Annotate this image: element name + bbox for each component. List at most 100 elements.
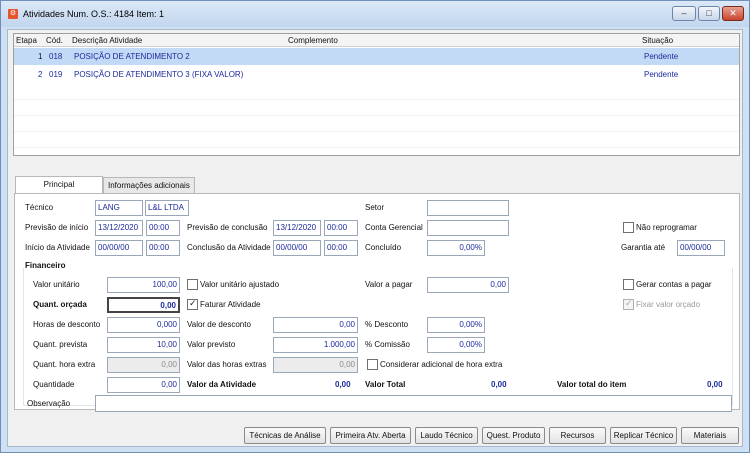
valor-total-label: Valor Total — [365, 380, 406, 389]
cell-cod: 019 — [49, 70, 63, 79]
pct-desconto-label: % Desconto — [365, 320, 409, 329]
previsao-conclusao-date[interactable]: 13/12/2020 — [273, 220, 321, 236]
col-header-complemento[interactable]: Complemento — [288, 36, 338, 45]
fixar-valor-label: Fixar valor orçado — [636, 300, 701, 309]
valor-horas-extras-label: Valor das horas extras — [187, 360, 267, 369]
previsao-inicio-label: Previsão de início — [25, 223, 89, 232]
observacao-label: Observação — [27, 399, 71, 408]
grid-header: Etapa Cód. Descrição Atividade Complemen… — [14, 34, 739, 47]
empty-row — [14, 116, 739, 132]
fixar-valor-checkbox[interactable] — [623, 298, 634, 310]
nao-reprogramar-label: Não reprogramar — [636, 223, 697, 232]
activities-grid[interactable]: Etapa Cód. Descrição Atividade Complemen… — [13, 33, 740, 156]
gerar-contas-checkbox[interactable] — [623, 279, 634, 290]
quantidade-label: Quantidade — [33, 380, 75, 389]
replicar-tecnico-button[interactable]: Replicar Técnico — [610, 427, 677, 444]
empty-row — [14, 100, 739, 116]
valor-a-pagar-label: Valor a pagar — [365, 280, 413, 289]
close-button[interactable]: ✕ — [722, 6, 744, 21]
activities-window: ⚙ Atividades Num. O.S.: 4184 Item: 1 – □… — [0, 0, 750, 453]
laudo-tecnico-button[interactable]: Laudo Técnico — [415, 427, 478, 444]
nao-reprogramar-checkbox[interactable] — [623, 222, 634, 233]
conclusao-atividade-date[interactable]: 00/00/00 — [273, 240, 321, 256]
concluido-input[interactable]: 0,00% — [427, 240, 485, 256]
title-bar: ⚙ Atividades Num. O.S.: 4184 Item: 1 – □… — [1, 1, 749, 27]
cell-descricao: POSIÇÃO DE ATENDIMENTO 3 (FIXA VALOR) — [74, 70, 244, 79]
conclusao-atividade-time[interactable]: 00:00 — [324, 240, 358, 256]
pct-comissao-label: % Comissão — [365, 340, 410, 349]
garantia-date[interactable]: 00/00/00 — [677, 240, 725, 256]
empty-row — [14, 132, 739, 148]
window-client-area: Etapa Cód. Descrição Atividade Complemen… — [7, 29, 743, 447]
valor-unitario-input[interactable]: 100,00 — [107, 277, 180, 293]
col-header-situacao[interactable]: Situação — [642, 36, 673, 45]
tab-informacoes-adicionais[interactable]: Informações adicionais — [103, 177, 195, 193]
gerar-contas-label: Gerar contas a pagar — [636, 280, 712, 289]
valor-total-value: 0,00 — [491, 380, 507, 389]
valor-unitario-ajustado-label: Valor unitário ajustado — [200, 280, 280, 289]
horas-desconto-input[interactable]: 0,000 — [107, 317, 180, 333]
primeira-atv-aberta-button[interactable]: Primeira Atv. Aberta — [330, 427, 411, 444]
tab-principal[interactable]: Principal — [15, 176, 103, 193]
faturar-atividade-checkbox[interactable] — [187, 298, 198, 310]
inicio-atividade-date[interactable]: 00/00/00 — [95, 240, 143, 256]
setor-input[interactable] — [427, 200, 509, 216]
faturar-atividade-label: Faturar Atividade — [200, 300, 261, 309]
quantidade-input[interactable]: 0,00 — [107, 377, 180, 393]
previsao-conclusao-time[interactable]: 00:00 — [324, 220, 358, 236]
conta-gerencial-label: Conta Gerencial — [365, 223, 423, 232]
valor-previsto-label: Valor previsto — [187, 340, 236, 349]
recursos-button[interactable]: Recursos — [549, 427, 606, 444]
quest-produto-button[interactable]: Quest. Produto — [482, 427, 545, 444]
materiais-button[interactable]: Materiais — [681, 427, 739, 444]
conclusao-atividade-label: Conclusão da Atividade — [187, 243, 271, 252]
tecnico-code-input[interactable]: LANG — [95, 200, 143, 216]
col-header-etapa[interactable]: Etapa — [16, 36, 37, 45]
considerar-adicional-label: Considerar adicional de hora extra — [380, 360, 503, 369]
col-header-descricao[interactable]: Descrição Atividade — [72, 36, 142, 45]
minimize-button[interactable]: – — [672, 6, 696, 21]
observacao-input[interactable] — [95, 395, 732, 412]
cell-etapa: 1 — [38, 52, 43, 61]
quant-prevista-input[interactable]: 10,00 — [107, 337, 180, 353]
previsao-conclusao-label: Previsão de conclusão — [187, 223, 268, 232]
tecnico-name-input[interactable]: L&L LTDA — [145, 200, 189, 216]
tecnico-label: Técnico — [25, 203, 54, 212]
valor-a-pagar-input[interactable]: 0,00 — [427, 277, 509, 293]
concluido-label: Concluído — [365, 243, 402, 252]
window-title: Atividades Num. O.S.: 4184 Item: 1 — [23, 9, 165, 19]
cell-situacao: Pendente — [644, 52, 679, 61]
cell-situacao: Pendente — [644, 70, 679, 79]
maximize-button[interactable]: □ — [698, 6, 720, 21]
valor-atividade-label: Valor da Atividade — [187, 380, 257, 389]
quant-hora-extra-input[interactable]: 0,00 — [107, 357, 180, 373]
tab-panel-principal: Técnico LANG L&L LTDA Setor Previsão de … — [14, 193, 740, 410]
valor-unitario-label: Valor unitário — [33, 280, 80, 289]
inicio-atividade-time[interactable]: 00:00 — [146, 240, 180, 256]
grid-row[interactable]: 1 018 POSIÇÃO DE ATENDIMENTO 2 Pendente — [14, 48, 739, 65]
app-icon: ⚙ — [8, 9, 18, 19]
setor-label: Setor — [365, 203, 385, 212]
quant-orcada-label: Quant. orçada — [33, 300, 87, 309]
valor-unitario-ajustado-checkbox[interactable] — [187, 279, 198, 290]
col-header-cod[interactable]: Cód. — [46, 36, 63, 45]
pct-desconto-input[interactable]: 0,00% — [427, 317, 485, 333]
quant-orcada-input[interactable]: 0,00 — [107, 297, 180, 313]
valor-atividade-value: 0,00 — [335, 380, 351, 389]
inicio-atividade-label: Início da Atividade — [25, 243, 90, 252]
pct-comissao-input[interactable]: 0,00% — [427, 337, 485, 353]
valor-previsto-input[interactable]: 1.000,00 — [273, 337, 358, 353]
cell-descricao: POSIÇÃO DE ATENDIMENTO 2 — [74, 52, 190, 61]
conta-gerencial-input[interactable] — [427, 220, 509, 236]
considerar-adicional-checkbox[interactable] — [367, 359, 378, 370]
horas-desconto-label: Horas de desconto — [33, 320, 101, 329]
grid-row[interactable]: 2 019 POSIÇÃO DE ATENDIMENTO 3 (FIXA VAL… — [14, 66, 739, 83]
previsao-inicio-date[interactable]: 13/12/2020 — [95, 220, 143, 236]
valor-desconto-label: Valor de desconto — [187, 320, 251, 329]
quant-prevista-label: Quant. prevista — [33, 340, 88, 349]
valor-desconto-input[interactable]: 0,00 — [273, 317, 358, 333]
tecnicas-analise-button[interactable]: Técnicas de Análise — [244, 427, 326, 444]
previsao-inicio-time[interactable]: 00:00 — [146, 220, 180, 236]
empty-row — [14, 84, 739, 100]
valor-horas-extras-input[interactable]: 0,00 — [273, 357, 358, 373]
